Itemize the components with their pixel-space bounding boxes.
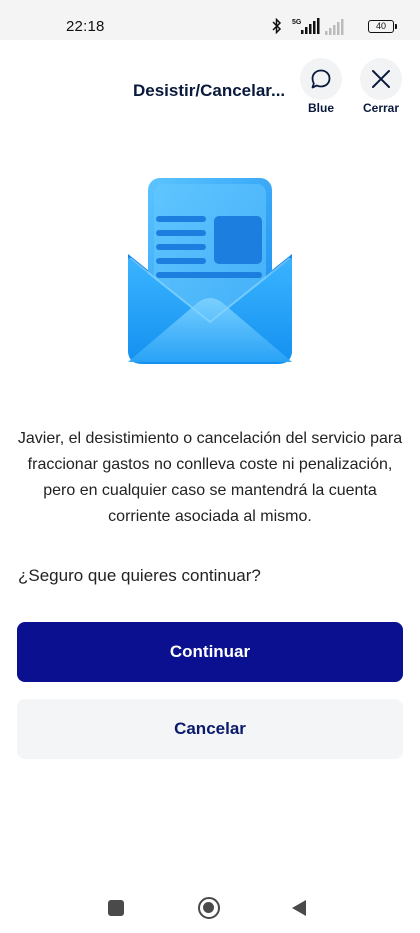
chat-button-label: Blue	[307, 101, 334, 115]
battery-icon: 40	[368, 20, 397, 33]
recents-square-icon[interactable]	[108, 900, 124, 916]
system-nav-bar	[0, 878, 420, 933]
cancellation-message: Javier, el desistimiento o cancelación d…	[17, 430, 403, 525]
page-title: Desistir/Cancelar...	[133, 81, 286, 100]
back-triangle-icon[interactable]	[291, 899, 307, 917]
cancel-button[interactable]: Cancelar	[17, 699, 403, 759]
home-circle-icon[interactable]	[198, 897, 220, 919]
signal-5g-icon: 5G	[292, 18, 320, 34]
signal-icon	[325, 19, 344, 35]
close-button-label: Cerrar	[362, 101, 400, 115]
screen: 22:18 5G 40 Desistir/Cancelar... Blue Ce…	[0, 0, 420, 933]
chat-bubble-icon	[311, 69, 331, 89]
close-icon	[372, 70, 390, 88]
chat-button-circle[interactable]	[300, 58, 342, 100]
network-label: 5G	[292, 19, 302, 26]
continue-button[interactable]: Continuar	[17, 622, 403, 682]
blue-chat-button[interactable]: Blue	[299, 58, 343, 115]
envelope-document-icon	[128, 178, 292, 364]
close-button-circle[interactable]	[360, 58, 402, 100]
confirmation-question: ¿Seguro que quieres continuar?	[18, 566, 261, 585]
status-time: 22:18	[66, 18, 105, 35]
bluetooth-icon	[272, 18, 282, 34]
status-bar: 22:18 5G 40	[0, 0, 420, 40]
close-button[interactable]: Cerrar	[359, 58, 403, 115]
